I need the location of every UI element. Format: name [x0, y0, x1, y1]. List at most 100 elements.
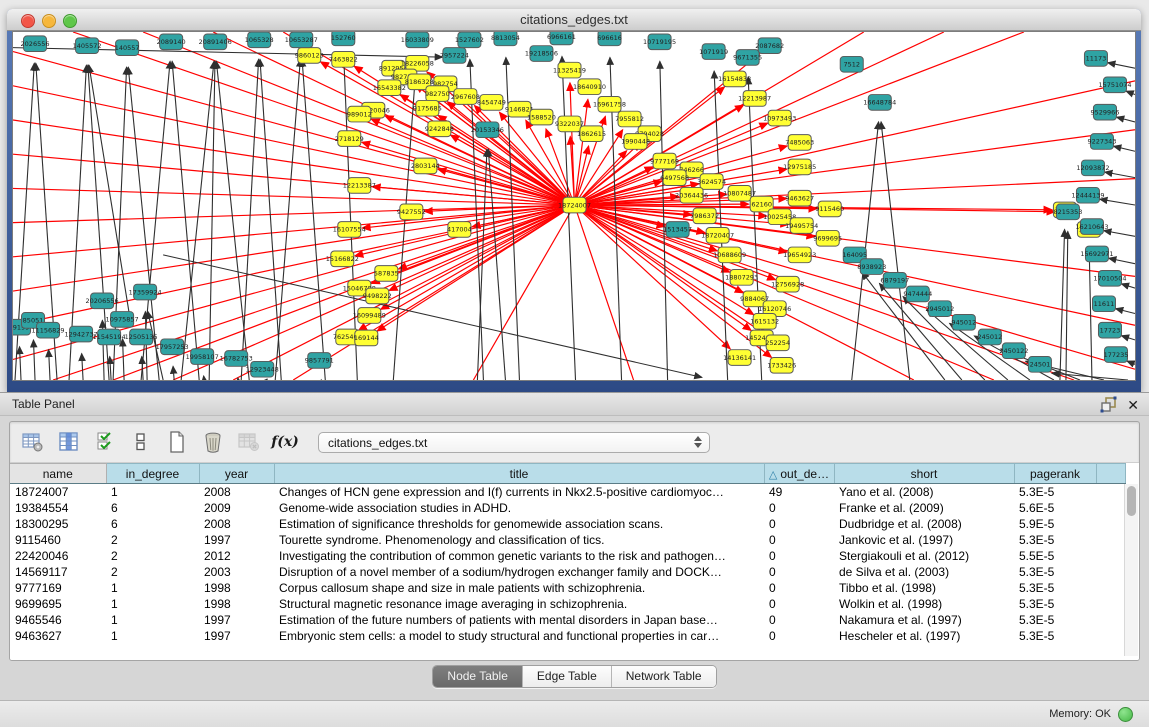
graph-node[interactable]: 11173 — [1084, 51, 1107, 67]
table-cell[interactable]: 2 — [106, 564, 199, 580]
graph-node[interactable]: 1065328 — [245, 32, 274, 48]
table-cell[interactable]: Tourette syndrome. Phenomenology and cla… — [274, 532, 764, 548]
table-cell[interactable] — [1096, 564, 1125, 580]
table-cell[interactable]: Disruption of a novel member of a sodium… — [274, 564, 764, 580]
graph-node[interactable]: 16648784 — [863, 95, 896, 111]
graph-node[interactable]: 1733426 — [767, 358, 796, 374]
graph-node[interactable]: 2967608 — [451, 89, 480, 105]
table-cell[interactable]: 0 — [764, 580, 834, 596]
graph-node[interactable]: 140557 — [115, 40, 140, 56]
graph-node[interactable]: 1405572 — [73, 38, 102, 54]
graph-node[interactable]: 9227343 — [1087, 134, 1116, 150]
graph-node[interactable]: 177235 — [1104, 347, 1129, 363]
graph-node[interactable]: 12213387 — [343, 178, 376, 194]
graph-node[interactable]: 1513457 — [663, 222, 692, 238]
table-cell[interactable] — [1096, 580, 1125, 596]
table-cell[interactable]: 1 — [106, 484, 199, 501]
graph-node[interactable]: 7955812 — [615, 111, 644, 127]
table-cell[interactable]: 2 — [106, 532, 199, 548]
table-cell[interactable]: 1997 — [199, 532, 274, 548]
graph-node[interactable]: 19958107 — [186, 349, 219, 365]
graph-node[interactable]: 17957253 — [156, 339, 189, 355]
graph-node[interactable]: 9529966 — [1091, 104, 1120, 120]
graph-node[interactable]: 169144 — [354, 330, 379, 346]
table-row[interactable]: 969969511998Structural magnetic resonanc… — [10, 596, 1125, 612]
graph-node[interactable]: 9242848 — [425, 121, 454, 137]
table-cell[interactable]: 14569117 — [10, 564, 106, 580]
graph-node[interactable]: 982750 — [425, 86, 450, 102]
table-cell[interactable]: Stergiakouli et al. (2012) — [834, 548, 1014, 564]
table-cell[interactable] — [1096, 500, 1125, 516]
table-cell[interactable]: 18724007 — [10, 484, 106, 501]
graph-node[interactable]: 10688609 — [713, 247, 746, 263]
graph-node[interactable]: 989012 — [347, 106, 372, 122]
table-cell[interactable]: 1997 — [199, 628, 274, 644]
graph-node[interactable]: 1527602 — [455, 32, 484, 48]
table-cell[interactable] — [1096, 612, 1125, 628]
table-cell[interactable]: 2 — [106, 548, 199, 564]
graph-node[interactable]: 9857791 — [305, 353, 334, 369]
graph-node[interactable]: 7957224 — [440, 48, 469, 64]
table-cell[interactable]: 2012 — [199, 548, 274, 564]
table-row[interactable]: 977716911998Corpus callosum shape and si… — [10, 580, 1125, 596]
graph-node[interactable]: 12975185 — [783, 159, 816, 175]
graph-node[interactable]: 16782753 — [220, 351, 253, 367]
graph-node[interactable]: 10719195 — [643, 34, 676, 50]
graph-node[interactable]: 10975857 — [106, 312, 139, 328]
column-header-year[interactable]: year — [199, 464, 274, 484]
network-graph[interactable]: 9860123746382289129541822605898275081654… — [13, 32, 1135, 380]
table-row[interactable]: 946554611997Estimation of the future num… — [10, 612, 1125, 628]
graph-node[interactable]: 18720407 — [701, 228, 734, 244]
table-cell[interactable]: 0 — [764, 596, 834, 612]
graph-node[interactable]: 16961758 — [593, 97, 626, 113]
graph-node[interactable]: 9115460 — [815, 201, 844, 217]
graph-node[interactable]: 8215353 — [1053, 204, 1082, 220]
graph-node[interactable]: 417004 — [447, 222, 472, 238]
network-window-titlebar[interactable]: citations_edges.txt — [7, 9, 1141, 31]
graph-node[interactable]: 20153346 — [471, 122, 504, 138]
table-cell[interactable]: 1 — [106, 580, 199, 596]
table-cell[interactable]: 5.3E-5 — [1014, 596, 1096, 612]
graph-node[interactable]: 18807293 — [725, 270, 758, 286]
table-row[interactable]: 946362711997Embryonic stem cells: a mode… — [10, 628, 1125, 644]
graph-node[interactable]: 2450122 — [999, 343, 1028, 359]
graph-node[interactable]: 16099489 — [353, 308, 386, 324]
graph-node[interactable]: 587835 — [374, 266, 399, 282]
table-cell[interactable]: Corpus callosum shape and size in male p… — [274, 580, 764, 596]
graph-node[interactable]: 16107554 — [333, 222, 366, 238]
graph-node[interactable]: 7463822 — [329, 52, 358, 68]
graph-node[interactable]: 19654923 — [783, 247, 816, 263]
table-cell[interactable]: 0 — [764, 548, 834, 564]
delete-row-trash-icon[interactable] — [202, 431, 224, 453]
table-cell[interactable]: 5.3E-5 — [1014, 580, 1096, 596]
table-cell[interactable]: 9777169 — [10, 580, 106, 596]
graph-node[interactable]: 7986372 — [690, 208, 719, 224]
column-header-short[interactable]: short — [834, 464, 1014, 484]
graph-node[interactable]: 6497568 — [660, 170, 689, 186]
close-panel-icon[interactable]: ✕ — [1127, 397, 1139, 413]
column-visibility-icon[interactable] — [58, 431, 80, 453]
table-cell[interactable]: 5.9E-5 — [1014, 516, 1096, 532]
graph-node[interactable]: 2087682 — [755, 38, 784, 54]
table-cell[interactable]: Estimation of significance thresholds fo… — [274, 516, 764, 532]
graph-node[interactable]: 9175685 — [413, 100, 442, 116]
clear-selection-icon[interactable] — [130, 431, 152, 453]
table-cell[interactable]: 5.6E-5 — [1014, 500, 1096, 516]
graph-node[interactable]: 9671355 — [733, 50, 762, 66]
graph-node[interactable]: 19495754 — [785, 218, 818, 234]
table-selector-dropdown[interactable]: citations_edges.txt — [318, 432, 710, 453]
table-cell[interactable]: 5.3E-5 — [1014, 484, 1096, 501]
graph-node[interactable]: 10653287 — [285, 32, 318, 48]
new-row-icon[interactable] — [166, 431, 188, 453]
column-header-in-degree[interactable]: in_degree — [106, 464, 199, 484]
column-header-name[interactable]: name — [10, 464, 106, 484]
graph-nodes[interactable]: 9860123746382289129541822605898275081654… — [13, 32, 1132, 377]
table-row[interactable]: 1456911722003Disruption of a novel membe… — [10, 564, 1125, 580]
graph-node[interactable]: 20364436 — [675, 187, 708, 203]
table-cell[interactable]: 0 — [764, 612, 834, 628]
table-cell[interactable]: 0 — [764, 516, 834, 532]
function-builder-icon[interactable]: f(x) — [274, 431, 296, 453]
table-cell[interactable]: 5.3E-5 — [1014, 628, 1096, 644]
graph-node[interactable]: 17359924 — [129, 284, 162, 300]
table-cell[interactable]: 2009 — [199, 500, 274, 516]
